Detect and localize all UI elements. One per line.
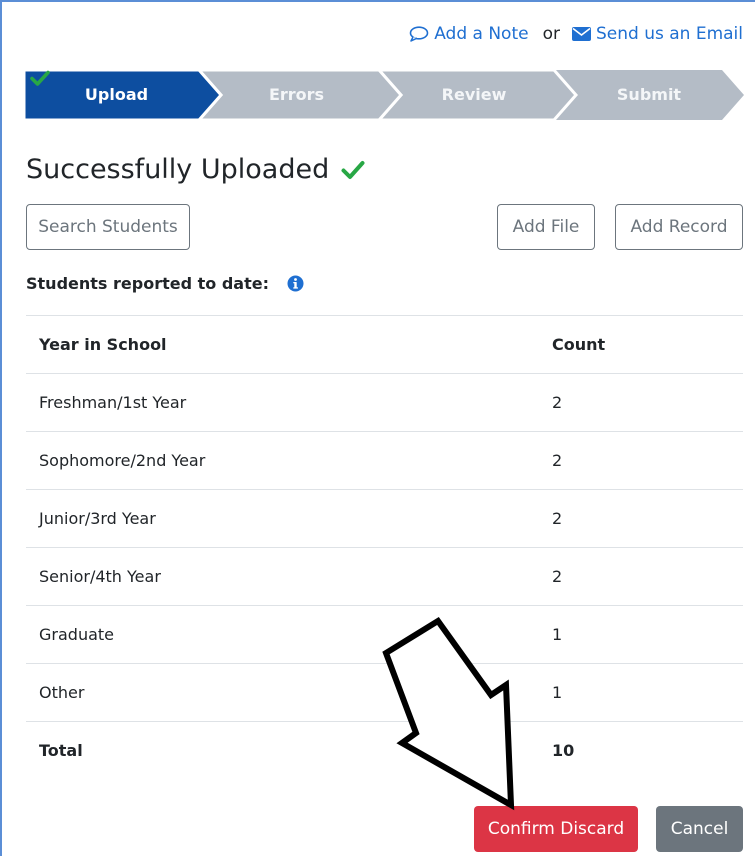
add-record-button[interactable]: Add Record: [615, 204, 743, 250]
table-row: Senior/4th Year 2: [26, 547, 743, 606]
step-errors[interactable]: Errors: [214, 70, 379, 120]
count-cell: 2: [552, 547, 743, 606]
reported-label-text: Students reported to date:: [26, 274, 269, 293]
column-header-year: Year in School: [26, 315, 552, 374]
table-row: Sophomore/2nd Year 2: [26, 431, 743, 490]
count-cell: 2: [552, 431, 743, 490]
step-upload[interactable]: Upload: [24, 70, 209, 120]
year-cell: Junior/3rd Year: [26, 489, 552, 548]
cancel-button[interactable]: Cancel: [656, 806, 743, 852]
step-submit[interactable]: Submit: [569, 70, 729, 120]
add-note-label: Add a Note: [434, 24, 529, 44]
count-cell: 2: [552, 373, 743, 432]
send-email-label: Send us an Email: [595, 24, 743, 44]
table-row: Freshman/1st Year 2: [26, 373, 743, 432]
step-review-label: Review: [441, 85, 507, 104]
year-cell: Sophomore/2nd Year: [26, 431, 552, 490]
step-errors-label: Errors: [268, 85, 325, 104]
speech-bubble-icon: [409, 26, 429, 42]
count-cell: 1: [552, 605, 743, 664]
progress-stepper: Upload Errors Review Submit: [24, 70, 744, 120]
add-note-link[interactable]: Add a Note: [409, 24, 529, 44]
column-header-count: Count: [552, 315, 743, 374]
checkmark-icon: [341, 160, 365, 179]
search-students-button[interactable]: Search Students: [26, 204, 190, 250]
info-circle-icon[interactable]: [287, 275, 304, 292]
total-count-cell: 10: [552, 721, 743, 780]
or-text: or: [542, 24, 560, 44]
year-cell: Senior/4th Year: [26, 547, 552, 606]
table-row: Junior/3rd Year 2: [26, 489, 743, 548]
step-submit-label: Submit: [616, 85, 682, 104]
count-cell: 1: [552, 663, 743, 722]
step-review[interactable]: Review: [394, 70, 554, 120]
send-email-link[interactable]: Send us an Email: [571, 24, 743, 44]
step-upload-label: Upload: [84, 85, 149, 104]
year-cell: Freshman/1st Year: [26, 373, 552, 432]
page-title-text: Successfully Uploaded: [26, 154, 330, 185]
envelope-icon: [571, 27, 591, 41]
page-title: Successfully Uploaded: [26, 154, 365, 185]
contact-links: Add a Note or Send us an Email: [409, 24, 743, 44]
down-arrow-annotation: [382, 616, 515, 811]
reported-label: Students reported to date:: [26, 274, 304, 293]
checkmark-icon: [30, 70, 50, 86]
add-file-button[interactable]: Add File: [497, 204, 595, 250]
count-cell: 2: [552, 489, 743, 548]
table-header-row: Year in School Count: [26, 315, 743, 374]
